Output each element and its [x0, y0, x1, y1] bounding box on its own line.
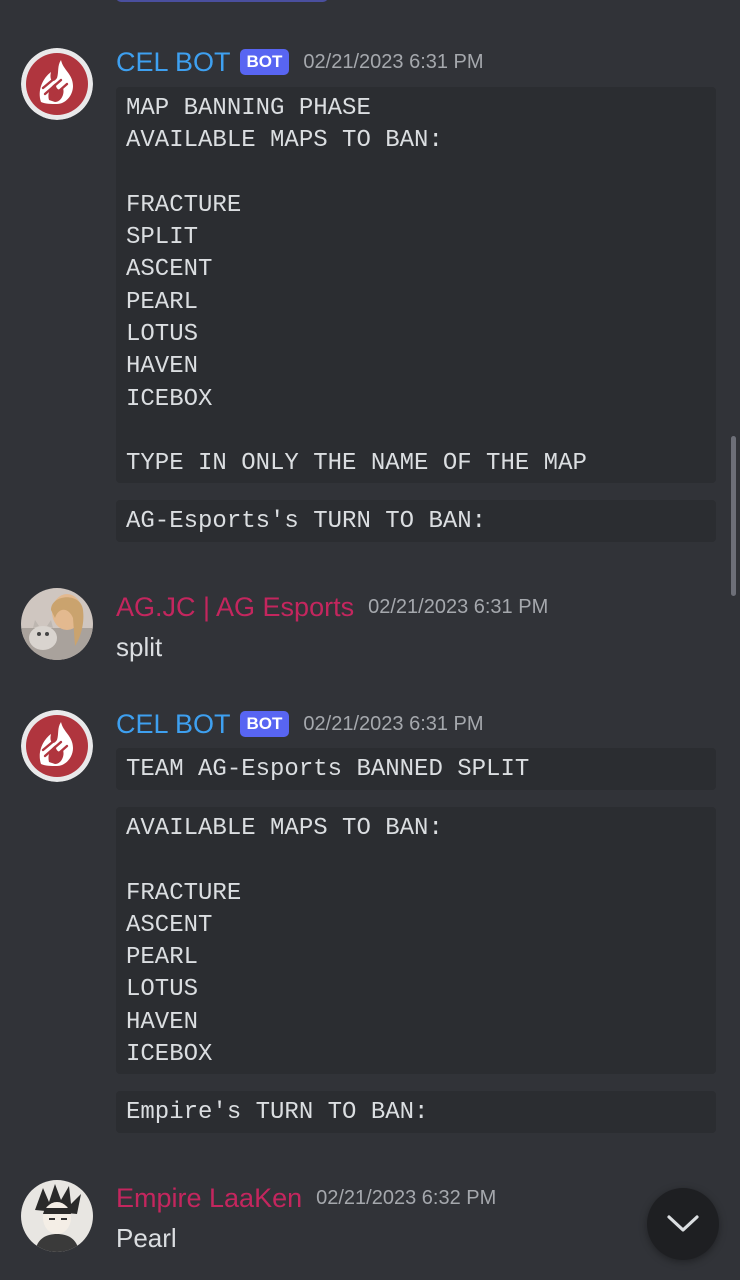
- cel-flame-logo-icon: [21, 710, 93, 782]
- cel-bot-avatar[interactable]: [21, 710, 93, 782]
- message-header: AG.JC | AG Esports 02/21/2023 6:31 PM: [116, 589, 548, 625]
- username[interactable]: AG.JC | AG Esports: [116, 592, 354, 623]
- bot-badge: BOT: [239, 711, 290, 737]
- timestamp: 02/21/2023 6:32 PM: [316, 1186, 497, 1209]
- code-block: MAP BANNING PHASE AVAILABLE MAPS TO BAN:…: [116, 87, 716, 483]
- message-text: Pearl: [116, 1223, 177, 1253]
- username[interactable]: Empire LaaKen: [116, 1183, 302, 1214]
- chevron-down-icon: [667, 1215, 699, 1232]
- cel-flame-logo-icon: [21, 48, 93, 120]
- anime-character-avatar: [21, 1180, 93, 1252]
- bot-badge: BOT: [239, 49, 290, 75]
- timestamp: 02/21/2023 6:31 PM: [368, 595, 549, 618]
- jump-to-latest-button[interactable]: [647, 1188, 719, 1260]
- previous-message-embed-edge: [116, 0, 328, 2]
- cel-bot-avatar[interactable]: [21, 48, 93, 120]
- username[interactable]: CEL BOT: [116, 709, 231, 740]
- code-block: AVAILABLE MAPS TO BAN: FRACTURE ASCENT P…: [116, 807, 716, 1074]
- scrollbar-thumb[interactable]: [731, 436, 736, 596]
- code-block: TEAM AG-Esports BANNED SPLIT: [116, 748, 716, 790]
- user-photo-avatar: [21, 588, 93, 660]
- message-header: CEL BOT BOT 02/21/2023 6:31 PM: [116, 44, 484, 80]
- timestamp: 02/21/2023 6:31 PM: [303, 50, 484, 73]
- message-header: CEL BOT BOT 02/21/2023 6:31 PM: [116, 706, 484, 742]
- code-block: Empire's TURN TO BAN:: [116, 1091, 716, 1133]
- username[interactable]: CEL BOT: [116, 47, 231, 78]
- message-text: split: [116, 632, 163, 662]
- message-header: Empire LaaKen 02/21/2023 6:32 PM: [116, 1180, 496, 1216]
- empire-laaken-avatar[interactable]: [21, 1180, 93, 1252]
- timestamp: 02/21/2023 6:31 PM: [303, 712, 484, 735]
- ag-jc-avatar[interactable]: [21, 588, 93, 660]
- code-block: AG-Esports's TURN TO BAN:: [116, 500, 716, 542]
